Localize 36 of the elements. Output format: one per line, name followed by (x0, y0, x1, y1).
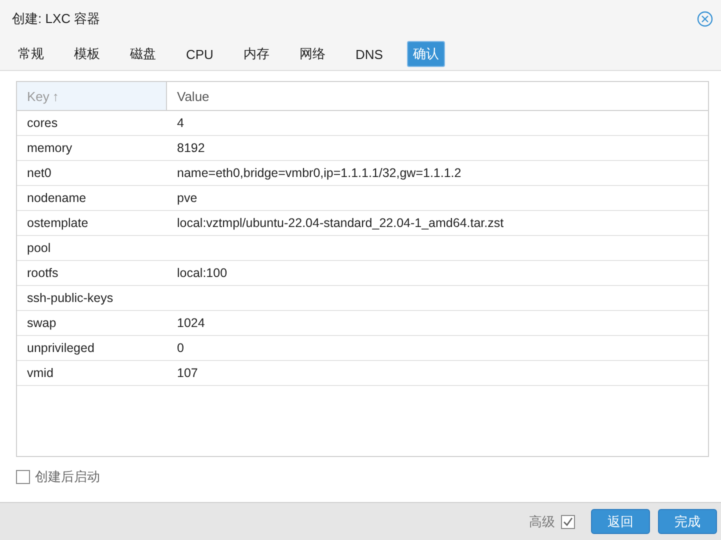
table-cell-text: memory (26, 140, 74, 157)
close-icon[interactable] (697, 11, 713, 27)
table-cell-text: nodename (26, 190, 88, 207)
table-cell-text: local:100 (176, 265, 228, 282)
table-cell-text: 1024 (176, 315, 206, 332)
table-cell-text: pve (176, 190, 198, 207)
window-title: 创建: LXC 容器 (12, 10, 100, 28)
tab[interactable]: 磁盘 (124, 41, 162, 67)
table-cell-text: pool (26, 240, 52, 257)
column-header[interactable]: Value (167, 82, 708, 110)
table-cell-text: 4 (176, 115, 185, 132)
table-cell-text: 0 (176, 340, 185, 357)
tab[interactable]: DNS (349, 42, 389, 66)
table-cell-text: 107 (176, 365, 199, 382)
tab[interactable]: 内存 (237, 41, 276, 67)
header-label: Key (27, 88, 50, 104)
table-cell-text: 8192 (176, 140, 206, 157)
table-cell-text: ssh-public-keys (26, 290, 114, 307)
checkbox-label: 高级 (529, 512, 555, 530)
table-cell-text: ostemplate (26, 215, 90, 232)
checkbox[interactable] (561, 514, 575, 528)
checkbox[interactable] (16, 470, 30, 484)
tab[interactable]: 网络 (293, 41, 332, 67)
table-cell-text: swap (26, 315, 58, 332)
tab[interactable]: 模板 (68, 41, 106, 67)
tab[interactable]: CPU (180, 42, 220, 66)
table-cell-text: cores (26, 115, 59, 132)
sort-icon: ↑ (52, 88, 59, 104)
tab[interactable]: 常规 (12, 41, 50, 67)
table-cell-text: rootfs (26, 265, 60, 282)
checkbox-label: 创建后启动 (35, 468, 100, 486)
table-cell-text: name=eth0,bridge=vmbr0,ip=1.1.1.1/32,gw=1.1.1.2 (176, 165, 462, 182)
table-cell-text: net0 (26, 165, 52, 182)
table-cell-text: local:vztmpl/ubuntu-22.04-standard_22.04-1_amd64.tar.zst (176, 215, 505, 232)
table-cell-text: unprivileged (26, 340, 96, 357)
table-cell-text: vmid (26, 365, 54, 382)
